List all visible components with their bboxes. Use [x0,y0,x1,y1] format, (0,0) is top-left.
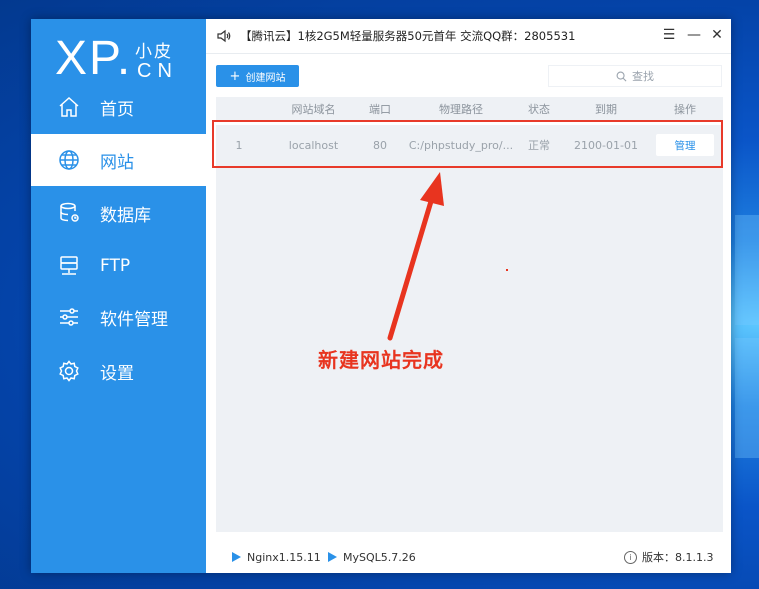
desktop-logo-tile [735,338,759,458]
column-header: 操作 [674,103,696,116]
logo-suffix: CN [137,60,178,82]
play-icon [328,552,337,562]
database-icon [56,200,82,226]
status-bar: Nginx1.15.11 MySQL5.7.26 i 版本：8.1.1.3 [206,541,731,573]
column-header: 端口 [369,103,391,116]
plus-icon: + [229,68,241,84]
sliders-icon [56,304,82,330]
row-status: 正常 [528,139,550,152]
ftp-icon [56,253,82,279]
red-dot [506,269,508,271]
mysql-label: MySQL5.7.26 [343,550,416,564]
app-window: XP. 小皮 CN 首页 网站 数据库 FTP 软件管理 设置 【腾讯云】1核2… [31,19,731,573]
ad-notice[interactable]: 【腾讯云】1核2G5M轻量服务器50元首年 交流QQ群：2805531 [240,28,575,44]
column-header: 网站域名 [291,103,336,116]
nginx-status[interactable]: Nginx1.15.11 [232,541,321,573]
sidebar-item-home[interactable]: 首页 [31,81,206,133]
sidebar: XP. 小皮 CN 首页 网站 数据库 FTP 软件管理 设置 [31,19,206,573]
column-header: 物理路径 [439,103,483,116]
row-action: 管理 [656,125,714,165]
sidebar-item-label: FTP [100,256,131,276]
row-port: 80 [373,138,387,152]
table-header: 网站域名 端口 物理路径 状态 到期 操作 [216,97,723,121]
create-website-button[interactable]: + 创建网站 [216,65,299,87]
table-row[interactable]: 1 localhost 80 C:/phpstudy_pro/... 正常 21… [216,125,723,165]
create-website-label: 创建网站 [245,72,286,84]
search-input[interactable]: 查找 [548,65,722,87]
sidebar-item-label: 设置 [100,363,134,384]
annotation-caption: 新建网站完成 [318,348,444,372]
version-info: i 版本：8.1.1.3 [624,541,713,573]
sidebar-item-label: 数据库 [100,205,151,226]
version-label: 版本：8.1.1.3 [642,551,714,564]
main-panel: 【腾讯云】1核2G5M轻量服务器50元首年 交流QQ群：2805531 ☰ — … [206,19,731,573]
info-icon: i [624,550,637,564]
search-placeholder: 查找 [632,70,654,83]
mysql-status[interactable]: MySQL5.7.26 [328,541,416,573]
gear-icon [56,358,82,384]
desktop-logo-tile [735,215,759,325]
home-icon [56,94,82,120]
play-icon [232,552,241,562]
row-expire: 2100-01-01 [574,138,638,152]
close-button[interactable]: ✕ [709,27,725,43]
search-icon [616,71,627,81]
minimize-button[interactable]: — [686,27,702,43]
sidebar-item-software[interactable]: 软件管理 [31,291,206,343]
menu-icon[interactable]: ☰ [661,27,677,43]
column-header: 状态 [528,103,550,116]
titlebar: 【腾讯云】1核2G5M轻量服务器50元首年 交流QQ群：2805531 ☰ — … [206,19,731,54]
sidebar-item-label: 软件管理 [100,309,168,330]
sidebar-item-label: 网站 [100,152,134,173]
sidebar-item-database[interactable]: 数据库 [31,187,206,239]
sidebar-item-settings[interactable]: 设置 [31,345,206,397]
column-header: 到期 [595,103,617,116]
manage-button[interactable]: 管理 [656,134,714,156]
speaker-icon [216,28,232,44]
app-logo: XP. 小皮 CN [55,29,205,89]
globe-icon [56,147,82,173]
sidebar-item-website[interactable]: 网站 [31,134,206,186]
table-empty-area [216,165,723,532]
row-index: 1 [235,138,243,152]
row-domain: localhost [288,138,339,152]
logo-small-text: 小皮 [135,42,173,62]
row-path: C:/phpstudy_pro/... [408,138,514,152]
nginx-label: Nginx1.15.11 [247,550,321,564]
logo-main: XP. [55,32,133,85]
sidebar-item-ftp[interactable]: FTP [31,240,206,292]
sidebar-item-label: 首页 [100,99,134,120]
